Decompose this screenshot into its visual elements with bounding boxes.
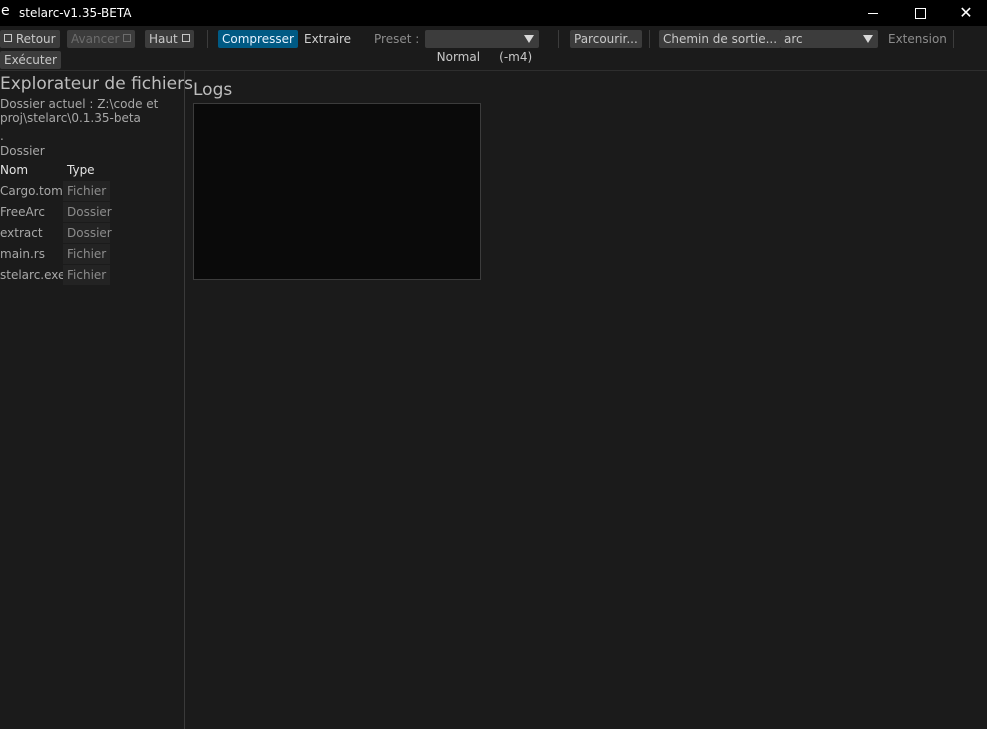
up-label: Haut (149, 32, 178, 46)
file-name: stelarc.exe (0, 268, 66, 282)
back-button[interactable]: Retour (0, 30, 60, 48)
file-row[interactable]: main.rs Fichier (0, 244, 110, 264)
preset-select[interactable]: Normal (-m4) (425, 30, 539, 64)
preset-label: Preset : (374, 32, 420, 46)
forward-label: Avancer (71, 32, 120, 46)
toolbar-separator (207, 30, 208, 48)
checkbox-icon (181, 34, 190, 42)
up-button[interactable]: Haut (145, 30, 194, 48)
window-title: stelarc-v1.35-BETA (19, 6, 132, 20)
minimize-button[interactable] (850, 0, 896, 26)
maximize-button[interactable] (897, 0, 943, 26)
parent-entry[interactable]: . (0, 129, 4, 143)
execute-button[interactable]: Exécuter (0, 51, 61, 69)
file-type-cell: Dossier (63, 202, 112, 222)
extension-select[interactable]: arc (780, 30, 878, 48)
file-type: Dossier (67, 205, 112, 219)
file-name: extract (0, 226, 43, 240)
maximize-icon (914, 7, 926, 19)
extension-label: Extension (888, 32, 947, 46)
minimize-icon (868, 12, 878, 14)
app-icon: e (1, 3, 10, 19)
close-button[interactable]: ✕ (943, 0, 987, 26)
extension-value: arc (784, 32, 803, 46)
title-bar: e stelarc-v1.35-BETA ✕ (0, 0, 987, 26)
panel-divider[interactable] (184, 71, 185, 729)
file-type: Dossier (67, 226, 112, 240)
file-name: Cargo.toml (0, 184, 67, 198)
chevron-down-icon (863, 35, 873, 43)
preset-value: Normal (-m4) (436, 50, 533, 64)
chevron-down-icon (524, 35, 534, 43)
file-type-cell: Dossier (63, 223, 112, 243)
file-name: main.rs (0, 247, 45, 261)
explorer-title: Explorateur de fichiers (0, 74, 193, 94)
file-type-cell: Fichier (63, 181, 110, 201)
compress-tab[interactable]: Compresser (218, 30, 298, 48)
forward-button[interactable]: Avancer (67, 30, 136, 48)
file-type: Fichier (67, 268, 107, 282)
checkbox-icon (4, 34, 12, 42)
close-icon: ✕ (959, 3, 973, 22)
current-directory: Dossier actuel : Z:\code et proj\stelarc… (0, 97, 159, 125)
file-type: Fichier (67, 184, 107, 198)
file-explorer-panel: Explorateur de fichiers Dossier actuel :… (0, 71, 193, 729)
parent-entry-type: Dossier (0, 144, 45, 158)
checkbox-icon (123, 34, 132, 42)
toolbar-separator (558, 30, 559, 48)
file-row[interactable]: stelarc.exe Fichier (0, 265, 110, 285)
column-header-name: Nom (0, 163, 29, 177)
output-path-button[interactable]: Chemin de sortie... (659, 30, 782, 48)
file-name: FreeArc (0, 205, 45, 219)
logs-output[interactable] (193, 103, 481, 280)
file-row[interactable]: Cargo.toml Fichier (0, 181, 110, 201)
file-row[interactable]: FreeArc Dossier (0, 202, 112, 222)
back-label: Retour (15, 32, 56, 46)
toolbar-separator (649, 30, 650, 48)
file-type-cell: Fichier (63, 265, 110, 285)
file-type: Fichier (67, 247, 107, 261)
file-type-cell: Fichier (63, 244, 110, 264)
column-header-type: Type (67, 163, 95, 177)
logs-title: Logs (193, 80, 233, 100)
browse-button[interactable]: Parcourir... (570, 30, 642, 48)
file-row[interactable]: extract Dossier (0, 223, 112, 243)
toolbar-separator (953, 30, 954, 48)
extract-tab[interactable]: Extraire (304, 30, 351, 48)
